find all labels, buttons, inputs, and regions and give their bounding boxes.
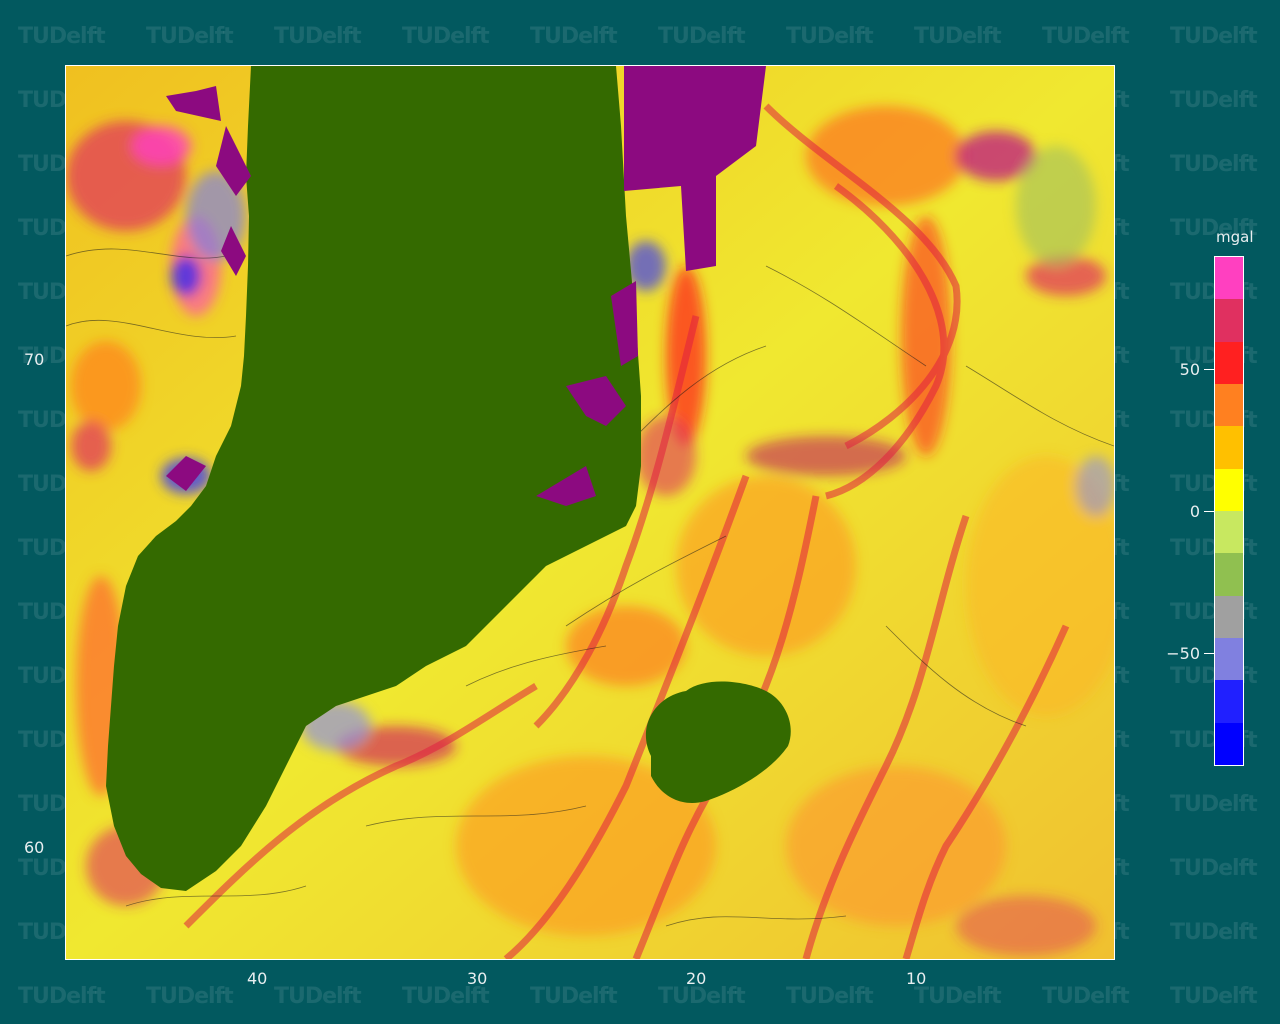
gravity-anomaly-map xyxy=(65,65,1115,960)
watermark-text: TUDelft xyxy=(1170,88,1258,113)
colorbar-segment xyxy=(1215,384,1243,427)
colorbar-tick-50 xyxy=(1204,369,1214,370)
colorbar xyxy=(1214,256,1244,766)
colorbar-segment xyxy=(1215,553,1243,597)
watermark-text: TUDelft xyxy=(530,984,618,1009)
colorbar-segment xyxy=(1215,511,1243,554)
watermark-text: TUDelft xyxy=(274,24,362,49)
colorbar-segment xyxy=(1215,595,1243,639)
watermark-text: TUDelft xyxy=(914,984,1002,1009)
colorbar-segment xyxy=(1215,722,1243,766)
watermark-text: TUDelft xyxy=(18,24,106,49)
colorbar-segment xyxy=(1215,299,1243,343)
y-tick-label-60: 60 xyxy=(24,838,45,857)
colorbar-segment xyxy=(1215,680,1243,724)
watermark-text: TUDelft xyxy=(1170,152,1258,177)
colorbar-tick-0 xyxy=(1204,511,1214,512)
colorbar-segment xyxy=(1215,257,1243,300)
watermark-text: TUDelft xyxy=(1170,856,1258,881)
map-canvas xyxy=(66,66,1114,959)
watermark-text: TUDelft xyxy=(1170,24,1258,49)
colorbar-segment xyxy=(1215,468,1243,512)
colorbar-label-0: 0 xyxy=(1189,502,1200,521)
watermark-text: TUDelft xyxy=(146,984,234,1009)
y-tick-label-70: 70 xyxy=(24,350,45,369)
watermark-text: TUDelft xyxy=(1042,24,1130,49)
watermark-text: TUDelft xyxy=(274,984,362,1009)
x-tick-label-10: 10 xyxy=(906,969,927,988)
watermark-text: TUDelft xyxy=(914,24,1002,49)
watermark-text: TUDelft xyxy=(146,24,234,49)
colorbar-label-50: 50 xyxy=(1179,360,1200,379)
colorbar-segment xyxy=(1215,638,1243,681)
watermark-text: TUDelft xyxy=(786,24,874,49)
watermark-text: TUDelft xyxy=(786,984,874,1009)
watermark-text: TUDelft xyxy=(18,984,106,1009)
colorbar-segment xyxy=(1215,426,1243,470)
watermark-text: TUDelft xyxy=(530,24,618,49)
watermark-text: TUDelft xyxy=(1170,984,1258,1009)
watermark-text: TUDelft xyxy=(658,24,746,49)
colorbar-unit-label: mgal xyxy=(1216,228,1254,246)
x-tick-label-40: 40 xyxy=(247,969,268,988)
watermark-text: TUDelft xyxy=(1042,984,1130,1009)
x-tick-label-20: 20 xyxy=(686,969,707,988)
colorbar-label-minus50: −50 xyxy=(1166,644,1200,663)
x-tick-label-30: 30 xyxy=(467,969,488,988)
watermark-text: TUDelft xyxy=(1170,920,1258,945)
watermark-text: TUDelft xyxy=(402,24,490,49)
colorbar-tick-minus50 xyxy=(1204,653,1214,654)
colorbar-segment xyxy=(1215,341,1243,385)
watermark-text: TUDelft xyxy=(1170,792,1258,817)
